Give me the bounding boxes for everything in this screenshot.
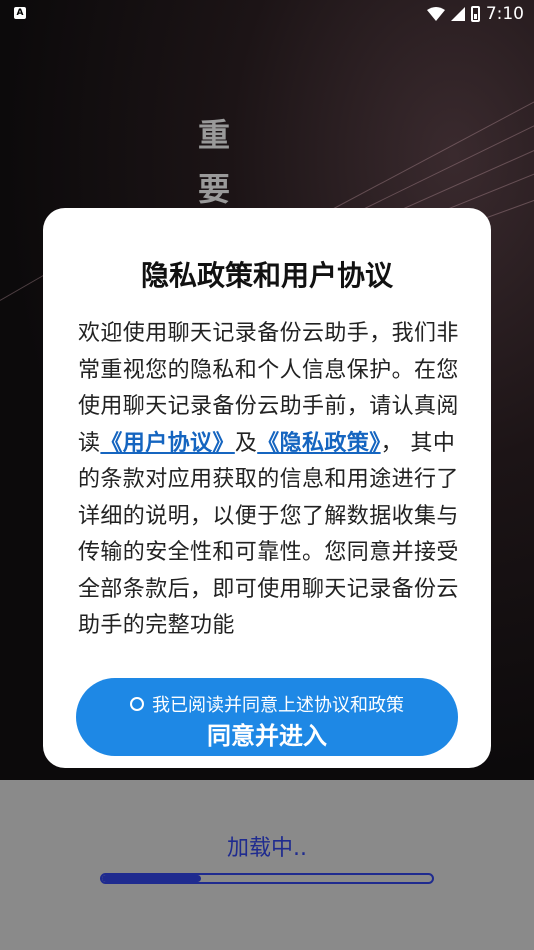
body-text-2: ， 其中的条款对应用获取的信息和用途进行了详细的说明，以便于您了解数据收集与传输… — [78, 430, 459, 639]
dialog-title: 隐私政策和用户协议 — [140, 259, 393, 292]
wifi-icon — [426, 7, 445, 21]
dialog-body: 欢迎使用聊天记录备份云助手，我们非常重视您的隐私和个人信息保护。在您使用聊天记录… — [78, 316, 460, 645]
title-char: 重 — [197, 116, 230, 154]
notification-icon: A — [14, 7, 26, 19]
decor-streak — [339, 119, 534, 221]
status-bar: A 7:10 — [0, 0, 534, 28]
agree-button-label: 同意并进入 — [207, 722, 327, 750]
privacy-policy-link[interactable]: 《隐私政策》 — [257, 431, 380, 456]
agree-enter-button[interactable]: 我已阅读并同意上述协议和政策 同意并进入 — [76, 678, 458, 756]
battery-icon — [470, 6, 480, 22]
clock: 7:10 — [485, 4, 524, 24]
agree-radio-icon[interactable] — [130, 697, 144, 711]
signal-icon — [450, 7, 465, 21]
agree-checkbox-row[interactable]: 我已阅读并同意上述协议和政策 — [76, 691, 458, 717]
user-agreement-link[interactable]: 《用户协议》 — [100, 431, 234, 456]
progress-fill — [102, 875, 201, 882]
and-text: 及 — [234, 430, 258, 456]
decor-streak — [329, 97, 534, 211]
background-title: 重 要 — [192, 108, 236, 216]
bottom-panel — [0, 780, 534, 950]
privacy-dialog: 隐私政策和用户协议 欢迎使用聊天记录备份云助手，我们非常重视您的隐私和个人信息保… — [43, 208, 491, 768]
loading-text: 加载中.. — [227, 836, 307, 861]
agree-checkbox-label: 我已阅读并同意上述协议和政策 — [152, 695, 404, 716]
loading-progress-bar — [100, 873, 434, 884]
